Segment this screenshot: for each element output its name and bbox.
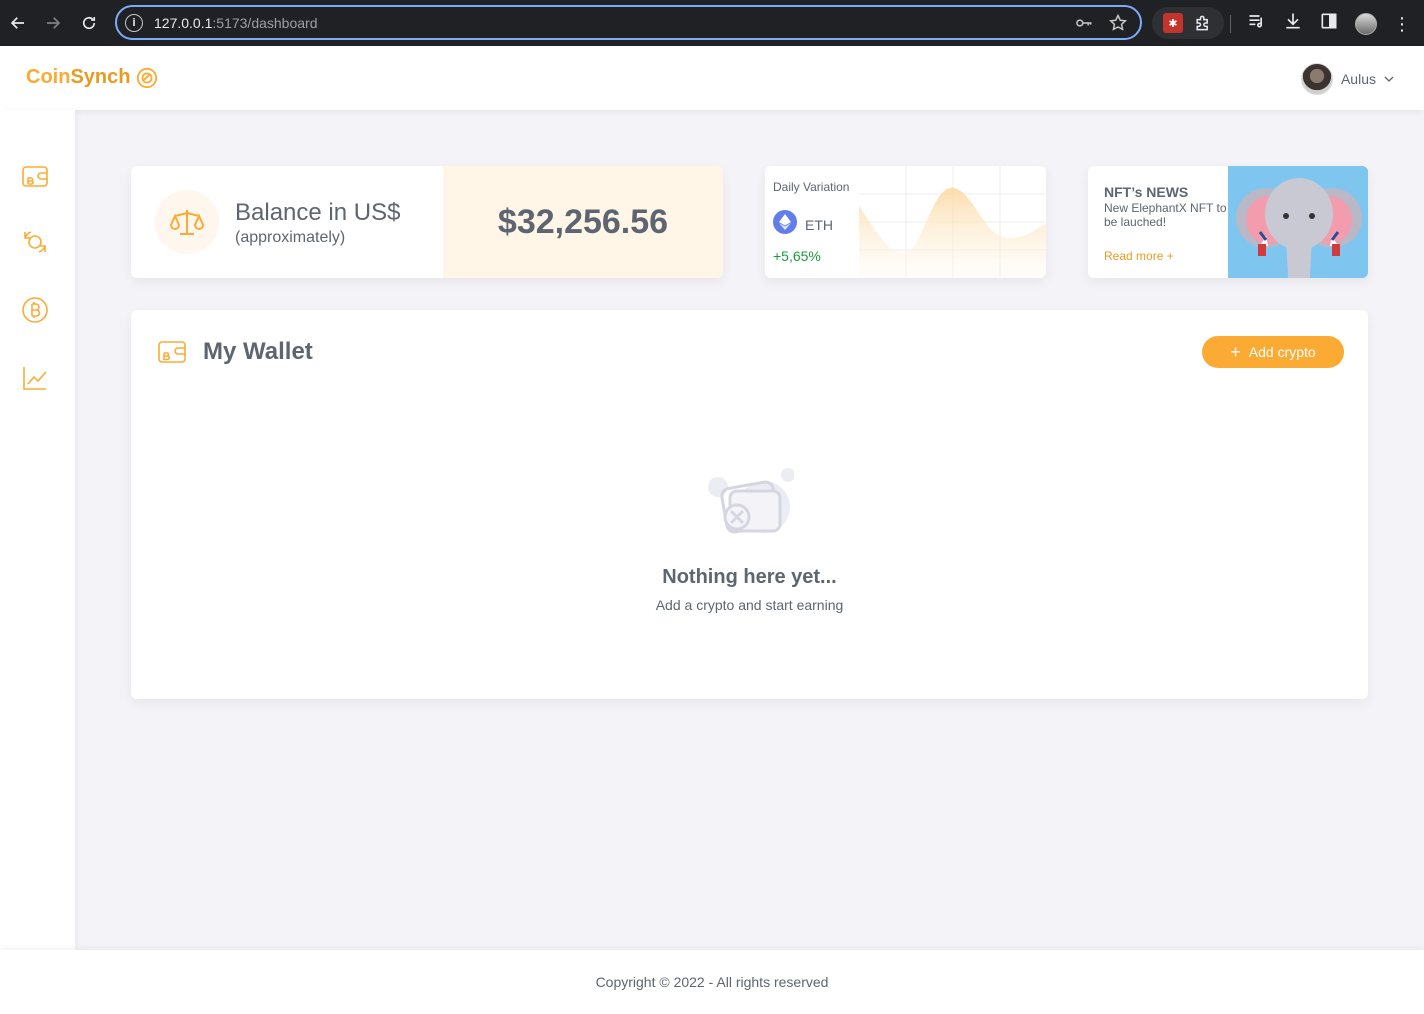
nft-news-text: New ElephantX NFT to be lauched!: [1104, 201, 1227, 229]
browser-menu-icon[interactable]: ⋮: [1393, 15, 1411, 33]
read-more-link[interactable]: Read more +: [1104, 249, 1174, 263]
wallet-card: My Wallet + Add crypto Nothing here yet.…: [131, 310, 1368, 699]
add-crypto-button[interactable]: + Add crypto: [1202, 336, 1344, 368]
media-queue-icon[interactable]: [1247, 11, 1267, 36]
url-host: 127.0.0.1: [154, 14, 213, 31]
scale-icon: [155, 190, 219, 254]
site-info-icon[interactable]: i: [125, 13, 143, 32]
add-crypto-label: Add crypto: [1248, 344, 1316, 360]
key-icon[interactable]: [1074, 13, 1094, 38]
extensions-group: ✱: [1152, 7, 1224, 39]
browser-toolbar: i 127.0.0.1:5173/dashboard ✱ ⋮: [0, 0, 1424, 46]
app-header: Coin Synch Aulus: [0, 46, 1424, 110]
reload-icon[interactable]: [77, 11, 101, 35]
sidebar-chart-line-icon[interactable]: [21, 364, 49, 392]
sidebar-wallet-icon[interactable]: [21, 162, 49, 190]
sidebar-bitcoin-icon[interactable]: [21, 296, 49, 324]
forward-arrow-icon[interactable]: [41, 11, 65, 35]
logo-mark-icon: [137, 67, 158, 88]
daily-variation-card: Daily Variation ETH +5,65%: [765, 166, 1046, 278]
daily-variation-title: Daily Variation: [773, 180, 850, 194]
footer: Copyright © 2022 - All rights reserved: [0, 950, 1424, 1014]
nft-news-title: NFT’s NEWS: [1104, 184, 1189, 200]
sidebar: [0, 110, 75, 950]
ethereum-icon: [773, 210, 797, 234]
chevron-down-icon[interactable]: [1384, 74, 1394, 84]
download-icon[interactable]: [1283, 11, 1303, 36]
plus-icon: +: [1230, 342, 1241, 362]
empty-state-subtitle: Add a crypto and start earning: [655, 597, 844, 613]
wallet-icon: [157, 338, 187, 366]
back-arrow-icon[interactable]: [6, 11, 30, 35]
extension-icon[interactable]: ✱: [1163, 13, 1183, 33]
balance-value: $32,256.56: [497, 202, 669, 241]
logo[interactable]: Coin Synch: [26, 66, 158, 89]
empty-wallet-icon: [708, 468, 794, 534]
copyright-text: Copyright © 2022 - All rights reserved: [595, 974, 829, 990]
balance-subtitle: (approximately): [235, 229, 346, 246]
user-menu[interactable]: Aulus: [1300, 63, 1394, 95]
side-panel-icon[interactable]: [1319, 11, 1339, 36]
daily-change: +5,65%: [773, 248, 821, 264]
wallet-title: My Wallet: [203, 338, 313, 365]
daily-variation-chart: [859, 166, 1046, 278]
logo-synch-text: Synch: [70, 66, 131, 88]
user-name: Aulus: [1340, 71, 1376, 87]
browser-profile-avatar[interactable]: [1355, 12, 1377, 35]
toolbar-divider: [1230, 14, 1231, 33]
avatar[interactable]: [1300, 63, 1333, 95]
balance-title: Balance in US$: [235, 199, 401, 226]
url-text: 127.0.0.1:5173/dashboard: [154, 15, 317, 31]
coin-label: ETH: [805, 217, 833, 233]
url-path: :5173/dashboard: [212, 14, 318, 31]
star-icon[interactable]: [1108, 13, 1128, 38]
balance-card: Balance in US$ (approximately) $32,256.5…: [131, 166, 723, 278]
sidebar-exchange-icon[interactable]: [21, 228, 49, 256]
nft-news-card: NFT’s NEWS New ElephantX NFT to be lauch…: [1088, 166, 1368, 278]
address-bar[interactable]: i 127.0.0.1:5173/dashboard: [115, 5, 1142, 40]
puzzle-icon[interactable]: [1193, 13, 1213, 33]
elephant-nft-image: [1228, 166, 1368, 278]
empty-state-title: Nothing here yet...: [662, 566, 837, 588]
logo-coin-text: Coin: [26, 66, 71, 88]
